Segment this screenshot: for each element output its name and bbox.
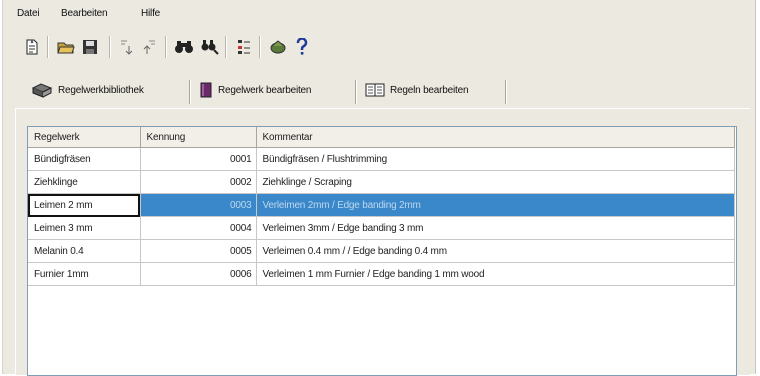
toolbar-separator xyxy=(109,36,111,58)
tab-label: Regelwerk bearbeiten xyxy=(218,84,312,96)
column-header-rulebook[interactable]: Regelwerk xyxy=(28,127,141,148)
toolbar-separator xyxy=(47,36,49,58)
help-button[interactable] xyxy=(291,34,313,60)
menu-help[interactable]: Hilfe xyxy=(141,8,160,19)
cell-comment[interactable]: Verleimen 2mm / Edge banding 2mm xyxy=(256,193,735,217)
table-row[interactable]: Leimen 3 mm 0004 Verleimen 3mm / Edge ba… xyxy=(28,216,735,240)
tab-label: Regelwerkbibliothek xyxy=(58,84,144,96)
save-disk-icon xyxy=(83,40,97,54)
open-folder-icon xyxy=(57,42,75,54)
edit-book-icon xyxy=(199,82,213,98)
cell-id[interactable]: 0004 xyxy=(140,216,257,240)
toolbar-separator xyxy=(225,36,227,58)
toolbar-separator xyxy=(259,36,261,58)
tab-edit-rules[interactable]: Regeln bearbeiten xyxy=(365,74,469,106)
tools-icon xyxy=(270,40,286,54)
cell-rulebook[interactable]: Ziehklinge xyxy=(28,170,141,194)
sort-icon xyxy=(121,40,133,55)
cell-comment[interactable]: Bündigfräsen / Flushtrimming xyxy=(256,147,735,171)
tab-divider xyxy=(355,80,357,104)
sort-button[interactable] xyxy=(115,34,137,60)
app-window: Datei Bearbeiten Hilfe Regelwerkbiblioth… xyxy=(2,0,756,376)
toolbar-separator xyxy=(165,36,167,58)
tab-rulebook-library[interactable]: Regelwerkbibliothek xyxy=(31,74,144,106)
list-settings-icon xyxy=(238,40,250,54)
table-header-row: Regelwerk Kennung Kommentar xyxy=(28,127,735,148)
cell-comment[interactable]: Verleimen 3mm / Edge banding 3 mm xyxy=(256,216,735,240)
find-next-button[interactable] xyxy=(199,34,221,60)
sort-reverse-icon xyxy=(143,40,155,54)
cell-rulebook[interactable]: Melanin 0.4 xyxy=(28,239,141,263)
table-row-selected[interactable]: Leimen 2 mm 0003 Verleimen 2mm / Edge ba… xyxy=(28,193,735,217)
cell-comment[interactable]: Verleimen 0.4 mm / / Edge banding 0.4 mm xyxy=(256,239,735,263)
cell-id[interactable]: 0002 xyxy=(140,170,257,194)
cell-rulebook[interactable]: Leimen 3 mm xyxy=(28,216,141,240)
list-settings-button[interactable] xyxy=(233,34,255,60)
table-row[interactable]: Melanin 0.4 0005 Verleimen 0.4 mm / / Ed… xyxy=(28,239,735,263)
menu-edit[interactable]: Bearbeiten xyxy=(61,8,108,19)
find-icon xyxy=(175,41,193,53)
sort-reverse-button[interactable] xyxy=(139,34,161,60)
tab-divider xyxy=(505,80,507,104)
new-document-button[interactable] xyxy=(21,34,43,60)
menu-file[interactable]: Datei xyxy=(17,8,40,19)
rulebook-table[interactable]: Regelwerk Kennung Kommentar Bündigfräsen… xyxy=(27,126,737,376)
find-button[interactable] xyxy=(173,34,195,60)
cell-id[interactable]: 0001 xyxy=(140,147,257,171)
tab-label: Regeln bearbeiten xyxy=(390,84,469,96)
cell-rulebook[interactable]: Furnier 1mm xyxy=(28,262,141,286)
open-button[interactable] xyxy=(55,34,77,60)
help-icon xyxy=(296,38,308,55)
cell-id[interactable]: 0005 xyxy=(140,239,257,263)
cell-rulebook[interactable]: Leimen 2 mm xyxy=(28,193,141,217)
table-row[interactable]: Furnier 1mm 0006 Verleimen 1 mm Furnier … xyxy=(28,262,735,286)
cell-comment[interactable]: Verleimen 1 mm Furnier / Edge banding 1 … xyxy=(256,262,735,286)
tab-divider xyxy=(189,80,191,104)
cell-id[interactable]: 0003 xyxy=(140,193,257,217)
tools-button[interactable] xyxy=(267,34,289,60)
open-book-icon xyxy=(365,82,385,98)
library-books-icon xyxy=(31,82,53,98)
save-button[interactable] xyxy=(79,34,101,60)
cell-comment[interactable]: Ziehklinge / Scraping xyxy=(256,170,735,194)
tab-edit-rulebook[interactable]: Regelwerk bearbeiten xyxy=(199,74,311,106)
table-row[interactable]: Bündigfräsen 0001 Bündigfräsen / Flushtr… xyxy=(28,147,735,171)
find-next-icon xyxy=(201,40,219,55)
cell-id[interactable]: 0006 xyxy=(140,262,257,286)
cell-rulebook[interactable]: Bündigfräsen xyxy=(28,147,141,171)
new-document-icon xyxy=(26,39,38,55)
column-header-id[interactable]: Kennung xyxy=(140,127,257,148)
column-header-comment[interactable]: Kommentar xyxy=(256,127,735,148)
menu-bar: Datei Bearbeiten Hilfe xyxy=(3,4,755,24)
table-row[interactable]: Ziehklinge 0002 Ziehklinge / Scraping xyxy=(28,170,735,194)
